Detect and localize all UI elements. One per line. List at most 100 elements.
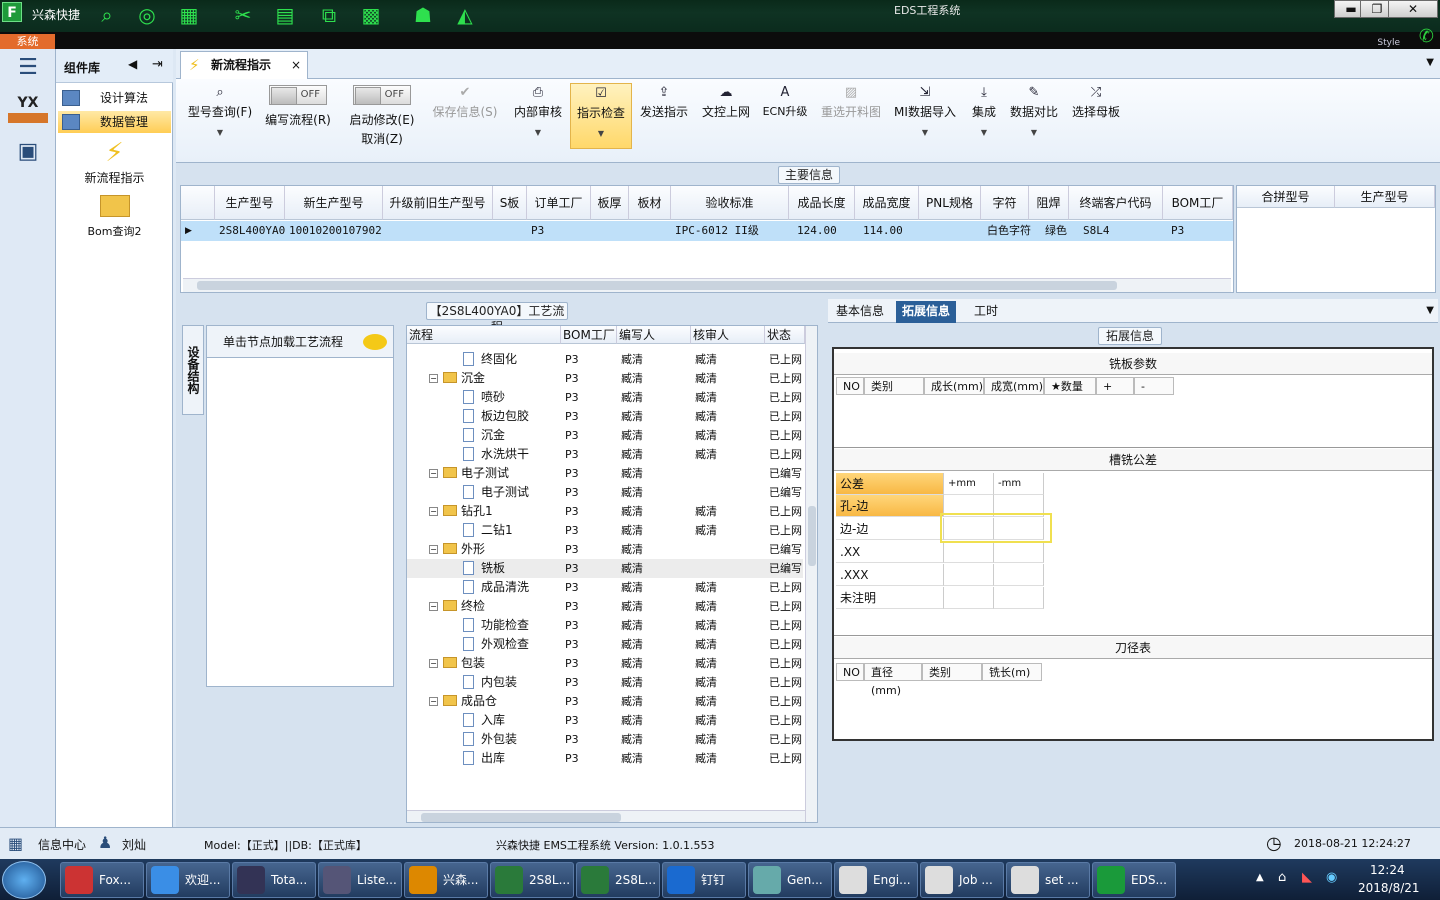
save-button[interactable]: ✔ 保存信息(S) xyxy=(430,85,500,151)
pin-icon[interactable]: ⇥ xyxy=(152,57,163,72)
film-icon[interactable]: ▤ xyxy=(272,2,298,28)
tree-row[interactable]: 外包装 P3 臧清 臧清 已上网 xyxy=(407,730,803,749)
cell[interactable]: 白色字符 xyxy=(983,221,1031,241)
tree-row[interactable]: 喷砂 P3 臧清 臧清 已上网 xyxy=(407,388,803,407)
column-header[interactable]: 升级前旧生产型号 xyxy=(383,186,493,220)
taskbar-button[interactable]: Gen... xyxy=(748,862,832,898)
off-switch[interactable]: OFF xyxy=(269,85,327,105)
tree-row[interactable]: 出库 P3 臧清 臧清 已上网 xyxy=(407,749,803,768)
vertical-scrollbar[interactable] xyxy=(805,326,817,822)
column-header[interactable]: PNL规格 xyxy=(919,186,981,220)
tolerance-input[interactable] xyxy=(994,587,1044,609)
tab-basic-info[interactable]: 基本信息 xyxy=(830,301,890,323)
column-header[interactable]: 字符 xyxy=(981,186,1029,220)
tree-row[interactable]: − 沉金 P3 臧清 臧清 已上网 xyxy=(407,369,803,388)
query-button[interactable]: ⌕ 型号查询(F) ▼ xyxy=(184,85,256,151)
tab-ext-info[interactable]: 拓展信息 xyxy=(896,301,957,323)
taskbar-button[interactable]: 2S8L... xyxy=(490,862,574,898)
reselect-button[interactable]: ▨ 重选开料图 xyxy=(818,85,884,151)
start-button[interactable] xyxy=(2,861,46,899)
tray-volume-icon[interactable]: ◉ xyxy=(1326,870,1337,885)
column-header[interactable]: ★数量 xyxy=(1044,377,1096,395)
horizontal-scrollbar[interactable] xyxy=(407,810,805,822)
tree-row[interactable]: − 电子测试 P3 臧清 已编写 xyxy=(407,464,803,483)
table-icon[interactable]: ▦ xyxy=(176,2,202,28)
cell[interactable]: 2S8L400YA0 xyxy=(215,221,285,241)
collapse-left-icon[interactable]: ◀ xyxy=(128,57,137,71)
column-header[interactable]: 阻焊 xyxy=(1029,186,1069,220)
scissors-icon[interactable]: ✂ xyxy=(230,2,256,28)
collapse-toggle-icon[interactable]: − xyxy=(429,697,438,706)
column-header[interactable]: 板材 xyxy=(629,186,671,220)
column-header[interactable]: 生产型号 xyxy=(1335,186,1435,208)
collapse-toggle-icon[interactable]: − xyxy=(429,545,438,554)
column-header[interactable]: NO xyxy=(836,663,864,681)
windows-grid-icon[interactable]: ▦ xyxy=(8,834,23,853)
tree-row[interactable]: − 外形 P3 臧清 已编写 xyxy=(407,540,803,559)
calendar-icon[interactable]: ▣ xyxy=(8,139,48,175)
integrate-button[interactable]: ⤓ 集成 ▼ xyxy=(964,85,1004,151)
column-header[interactable]: 成品宽度 xyxy=(855,186,919,220)
column-header[interactable]: BOM工厂 xyxy=(561,326,617,344)
tree-row[interactable]: 功能检查 P3 臧清 臧清 已上网 xyxy=(407,616,803,635)
edit-flow-toggle[interactable]: OFF 编写流程(R) xyxy=(260,85,336,151)
ecn-button[interactable]: A ECN升级 xyxy=(760,85,810,151)
taskbar-time[interactable]: 12:24 xyxy=(1370,863,1405,877)
column-header[interactable]: 验收标准 xyxy=(671,186,789,220)
taskbar-button[interactable]: Engi... xyxy=(834,862,918,898)
taskbar-button[interactable]: 欢迎... xyxy=(146,862,230,898)
column-header[interactable]: 终端客户代码 xyxy=(1069,186,1163,220)
taskbar-button[interactable]: set ... xyxy=(1006,862,1090,898)
taskbar-button[interactable]: Liste... xyxy=(318,862,402,898)
cell[interactable]: 10010200107902 xyxy=(285,221,382,241)
taskbar-date[interactable]: 2018/8/21 xyxy=(1358,881,1420,895)
sidebar-item-design-algo[interactable]: 设计算法 xyxy=(58,87,171,109)
scroll-thumb[interactable] xyxy=(421,813,621,822)
tree-row[interactable]: 板边包胶 P3 臧清 臧清 已上网 xyxy=(407,407,803,426)
send-button[interactable]: ⇪ 发送指示 xyxy=(636,85,692,151)
system-menu[interactable]: 系统 xyxy=(0,34,55,49)
tolerance-input[interactable] xyxy=(994,564,1044,586)
tolerance-input[interactable] xyxy=(944,587,994,609)
column-header[interactable]: 直径(mm) xyxy=(864,663,922,697)
column-header[interactable]: 核审人 xyxy=(691,326,765,344)
column-header[interactable]: 成品长度 xyxy=(789,186,855,220)
tolerance-input[interactable] xyxy=(944,541,994,563)
sidebar-item-bom-query[interactable]: Bom查询2 xyxy=(56,195,173,241)
taskbar-button[interactable]: 钉钉 xyxy=(662,862,746,898)
tab-new-flow[interactable]: ⚡ 新流程指示 × xyxy=(180,51,308,79)
tree-row[interactable]: − 钻孔1 P3 臧清 臧清 已上网 xyxy=(407,502,803,521)
export-icon[interactable]: ⧉ xyxy=(316,2,342,28)
cell[interactable]: P3 xyxy=(527,221,544,241)
tolerance-input[interactable] xyxy=(944,564,994,586)
tray-app-icon[interactable]: ◣ xyxy=(1302,870,1312,885)
menu-icon[interactable]: ☰ xyxy=(8,55,48,91)
collapse-toggle-icon[interactable]: − xyxy=(429,374,438,383)
tree-row[interactable]: 外观检查 P3 臧清 臧清 已上网 xyxy=(407,635,803,654)
chart-icon[interactable]: ◭ xyxy=(452,2,478,28)
taskbar-button[interactable]: 2S8L... xyxy=(576,862,660,898)
grid-icon[interactable]: ▩ xyxy=(358,2,384,28)
column-header[interactable]: 新生产型号 xyxy=(285,186,383,220)
tree-row[interactable]: 入库 P3 臧清 臧清 已上网 xyxy=(407,711,803,730)
cell[interactable]: 绿色 xyxy=(1041,221,1067,241)
check-button[interactable]: ☑ 指示检查 ▼ xyxy=(570,83,632,149)
column-header[interactable]: 流程 xyxy=(407,326,561,344)
lifebuoy-icon[interactable]: ◎ xyxy=(134,2,160,28)
yx-factory-icon[interactable]: YX xyxy=(8,95,48,131)
tree-row[interactable]: 水洗烘干 P3 臧清 臧清 已上网 xyxy=(407,445,803,464)
info-center-link[interactable]: 信息中心 xyxy=(38,836,86,853)
collapse-toggle-icon[interactable]: − xyxy=(429,469,438,478)
collapse-toggle-icon[interactable]: − xyxy=(429,507,438,516)
tree-row[interactable]: 铣板 P3 臧清 已编写 xyxy=(407,559,803,578)
chevron-down-icon[interactable]: ▼ xyxy=(1426,57,1434,68)
tree-row[interactable]: − 成品仓 P3 臧清 臧清 已上网 xyxy=(407,692,803,711)
select-board-button[interactable]: ⤮ 选择母板 xyxy=(1070,85,1122,151)
column-header[interactable]: 状态 xyxy=(765,326,805,344)
tab-work-hours[interactable]: 工时 xyxy=(968,301,1004,323)
sidebar-item-new-flow[interactable]: ⚡ 新流程指示 xyxy=(56,137,173,189)
tree-row[interactable]: 电子测试 P3 臧清 已编写 xyxy=(407,483,803,502)
phone-icon[interactable]: ✆ xyxy=(1419,26,1434,47)
column-header[interactable]: 成宽(mm) xyxy=(984,377,1044,395)
column-header[interactable]: 类别 xyxy=(922,663,982,681)
